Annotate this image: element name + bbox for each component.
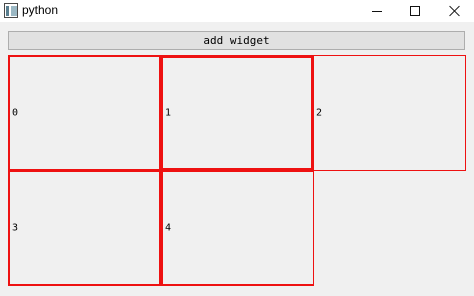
window-title: python <box>22 3 59 17</box>
cell-label: 3 <box>12 222 19 234</box>
grid-cell-4: 4 <box>160 170 314 286</box>
grid-cell-2: 2 <box>313 55 466 171</box>
close-button[interactable] <box>436 0 474 22</box>
title-bar: python <box>0 0 474 22</box>
grid-cell-1: 1 <box>160 55 314 171</box>
close-icon <box>449 5 461 17</box>
app-icon <box>4 3 18 18</box>
cell-label: 1 <box>165 107 172 119</box>
cell-label: 4 <box>165 222 172 234</box>
grid-cell-0: 0 <box>8 55 161 171</box>
cell-label: 2 <box>316 107 323 119</box>
cell-label: 0 <box>12 107 19 119</box>
maximize-button[interactable] <box>396 0 434 22</box>
add-widget-button[interactable]: add widget <box>8 31 465 50</box>
grid-cell-3: 3 <box>8 170 161 286</box>
minimize-button[interactable] <box>358 0 396 22</box>
minimize-icon <box>372 10 382 12</box>
maximize-icon <box>410 6 420 16</box>
